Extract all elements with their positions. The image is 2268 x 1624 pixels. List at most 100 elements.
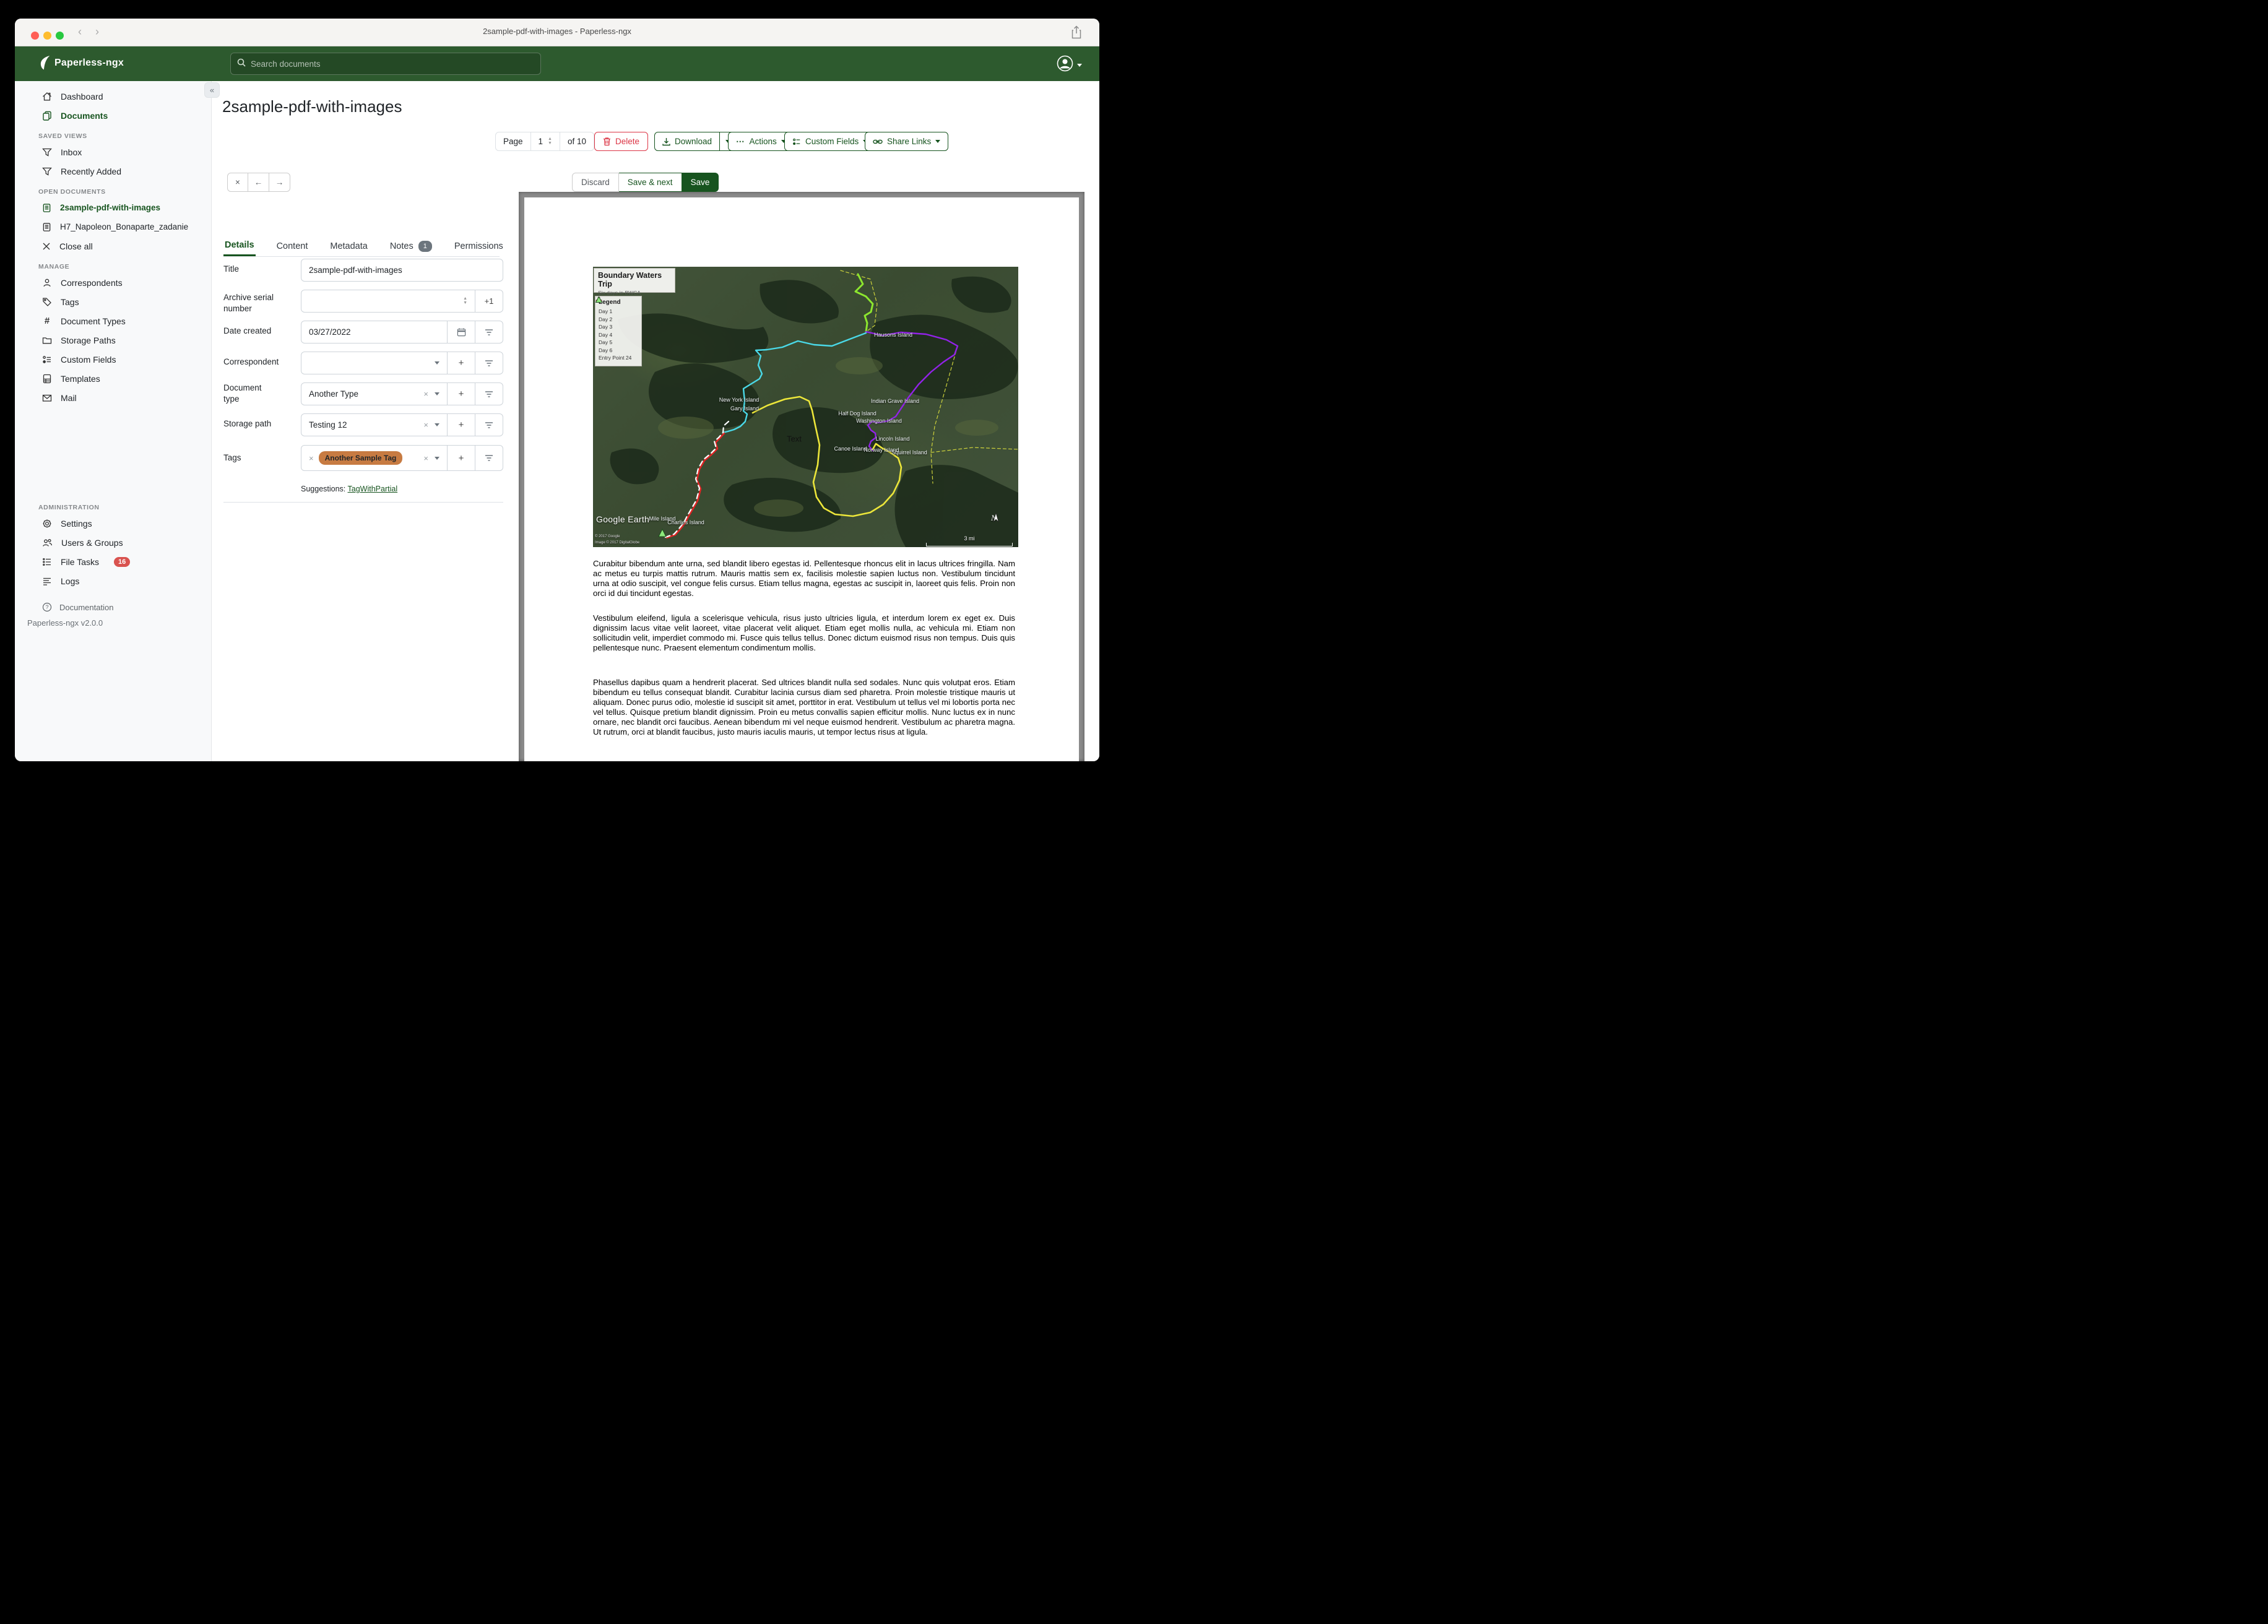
document-type-filter-button[interactable] [475,382,503,405]
storage-path-filter-button[interactable] [475,413,503,436]
sidebar-item-dashboard[interactable]: Dashboard [15,87,211,106]
map-label: Half Dog Island [838,410,876,417]
add-storage-path-button[interactable]: + [448,413,475,436]
sidebar-item-file-tasks[interactable]: File Tasks 16 [15,552,211,571]
clear-icon[interactable]: × [423,389,428,399]
add-tag-button[interactable]: + [448,445,475,471]
title-input[interactable] [309,266,495,275]
share-icon[interactable] [1071,25,1082,42]
tab-metadata[interactable]: Metadata [329,232,368,256]
map-graphic [610,270,1018,547]
tab-notes[interactable]: Notes 1 [389,232,433,256]
asn-label: Archive serial number [223,293,274,313]
map-subtitle: Six days in BWCA [598,290,641,296]
add-document-type-button[interactable]: + [448,382,475,405]
tags-filter-button[interactable] [475,445,503,471]
entry-point-marker [658,528,667,537]
share-links-button[interactable]: Share Links [865,132,949,151]
sidebar-item-templates[interactable]: Templates [15,369,211,388]
sidebar-item-document-types[interactable]: # Document Types [15,311,211,330]
correspondent-select[interactable] [301,352,448,374]
correspondent-filter-button[interactable] [475,352,503,374]
page-number-input[interactable]: 1 ▲ ▼ [530,132,560,150]
date-filter-button[interactable] [475,321,503,343]
map-label: Charlies Island [667,519,704,525]
close-document-button[interactable]: × [227,173,248,192]
sidebar-item-tags[interactable]: Tags [15,292,211,311]
tab-details[interactable]: Details [223,232,256,256]
paperless-logo-icon [40,55,52,74]
sidebar-item-documentation[interactable]: ? Documentation [15,599,211,615]
discard-button[interactable]: Discard [572,173,619,192]
sidebar-item-documents[interactable]: Documents [15,106,211,125]
legend-item: Day 6 [595,296,638,355]
sidebar-item-recently-added[interactable]: Recently Added [15,162,211,181]
collapse-sidebar-button[interactable]: « [204,82,220,98]
map-legend: Legend Day 1 Day 2 Day 3 Day 4 Day 5 Day 6 Ent… [595,296,642,366]
sidebar-item-inbox[interactable]: Inbox [15,142,211,162]
sidebar-item-label: Mail [61,392,77,403]
sidebar-item-label: Settings [61,518,92,529]
sidebar-item-label: Custom Fields [61,354,116,365]
file-tasks-badge: 16 [113,556,131,567]
sidebar-item-users-groups[interactable]: Users & Groups [15,533,211,552]
sidebar-item-open-doc-2[interactable]: H7_Napoleon_Bonaparte_zadanie [15,217,211,236]
add-correspondent-button[interactable]: + [448,352,475,374]
save-next-button[interactable]: Save & next [618,173,682,192]
sidebar-item-correspondents[interactable]: Correspondents [15,273,211,292]
sidebar-item-close-all[interactable]: Close all [15,236,211,256]
asn-input[interactable] [309,296,459,306]
search-input[interactable] [251,59,534,69]
tab-permissions[interactable]: Permissions [453,232,504,256]
custom-fields-button[interactable]: Custom Fields [784,132,876,151]
previous-document-button[interactable]: ← [248,173,269,192]
pdf-page: Boundary Waters Trip Six days in BWCA Le… [524,197,1079,761]
map-title: Boundary Waters Trip [598,271,662,288]
next-document-button[interactable]: → [269,173,290,192]
delete-button[interactable]: Delete [594,132,649,151]
asn-field: ▲ ▼ +1 [301,290,503,313]
date-created-input[interactable] [309,327,439,337]
calendar-button[interactable] [448,321,475,343]
remove-tag-icon[interactable]: × [309,454,314,463]
pdf-paragraph: Curabitur bibendum ante urna, sed blandi… [593,559,1015,598]
sidebar-item-label: Documents [61,110,108,121]
document-type-label: Document type [223,383,262,404]
download-button[interactable]: Download [654,132,721,151]
sidebar-section-open-documents: OPEN DOCUMENTS [38,188,106,196]
sidebar-item-label: Correspondents [61,277,123,288]
clear-icon[interactable]: × [423,454,428,463]
search-bar[interactable] [230,53,541,75]
sidebar-item-label: Logs [61,576,80,586]
page-stepper-icon[interactable]: ▲ ▼ [548,137,552,145]
save-button[interactable]: Save [682,173,719,192]
sidebar-item-logs[interactable]: Logs [15,571,211,590]
tab-content[interactable]: Content [275,232,309,256]
asn-next-button[interactable]: +1 [475,290,503,313]
legend-item: Day 5 [595,296,638,347]
document-type-select[interactable]: Another Type × [301,382,448,405]
storage-path-select[interactable]: Testing 12 × [301,413,448,436]
app-header: Paperless-ngx [15,46,1099,81]
legend-title: Legend [599,299,621,306]
storage-path-field: Testing 12 × + [301,413,503,436]
page-navigation: Page 1 ▲ ▼ of 10 [495,132,595,151]
sidebar-item-storage-paths[interactable]: Storage Paths [15,330,211,350]
pdf-paragraph: Vestibulum eleifend, ligula a scelerisqu… [593,613,1015,652]
tags-select[interactable]: × Another Sample Tag × [301,445,448,471]
map-label: Gary Island [730,405,760,412]
tag-chip[interactable]: Another Sample Tag [318,451,403,465]
sidebar-item-custom-fields[interactable]: Custom Fields [15,350,211,369]
sidebar-item-settings[interactable]: Settings [15,514,211,533]
clear-icon[interactable]: × [423,420,428,430]
sidebar-item-open-doc-1[interactable]: 2sample-pdf-with-images [15,198,211,217]
suggestion-link[interactable]: TagWithPartial [348,485,398,493]
asn-stepper-icon[interactable]: ▲ ▼ [463,296,467,305]
pdf-preview-pane[interactable]: Boundary Waters Trip Six days in BWCA Le… [519,192,1084,761]
user-menu[interactable] [1057,55,1082,75]
sidebar-section-saved-views: SAVED VIEWS [38,132,87,140]
sidebar-item-mail[interactable]: Mail [15,388,211,407]
document-nav-group: × ← → [227,173,290,192]
chevron-down-icon [435,423,439,426]
correspondent-label: Correspondent [223,357,279,366]
